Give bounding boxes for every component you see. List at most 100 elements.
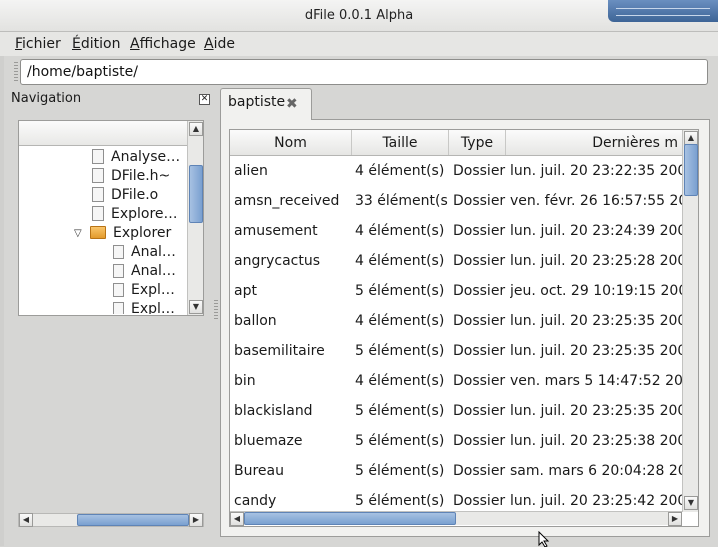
scroll-down-arrow-icon[interactable]: ▼ xyxy=(189,300,203,314)
tree-item[interactable]: Anal… xyxy=(113,261,186,281)
scroll-thumb[interactable] xyxy=(77,514,189,526)
table-row[interactable]: amusement 4 élément(s) Dossier lun. juil… xyxy=(230,217,682,247)
table-row[interactable]: alien 4 élément(s) Dossier lun. juil. 20… xyxy=(230,157,682,187)
column-header-taille[interactable]: Taille xyxy=(352,130,449,155)
column-header-nom[interactable]: Nom xyxy=(230,130,352,155)
tree-item[interactable]: Expl… xyxy=(113,280,186,300)
tab-label: baptiste xyxy=(228,94,286,110)
close-tab-icon[interactable]: ✖ xyxy=(286,96,298,112)
tree-item[interactable]: Analyse… xyxy=(92,147,186,167)
cell-taille: 5 élément(s) xyxy=(355,493,445,509)
table-row[interactable]: amsn_received 33 élément(s) Dossier ven.… xyxy=(230,187,682,217)
column-header-date[interactable]: Dernières m xyxy=(506,130,682,155)
cell-taille: 33 élément(s) xyxy=(355,193,449,209)
menu-affichage[interactable]: Affichage xyxy=(130,35,196,53)
tree-horizontal-scrollbar[interactable]: ◀ ▶ xyxy=(18,513,204,527)
tree-item[interactable]: Expl… xyxy=(113,299,186,314)
table-row[interactable]: blackisland 5 élément(s) Dossier lun. ju… xyxy=(230,397,682,427)
cell-nom: blackisland xyxy=(234,403,313,419)
tree-column-header[interactable] xyxy=(19,121,187,146)
location-bar xyxy=(14,58,708,86)
location-input[interactable] xyxy=(20,59,708,85)
scroll-right-arrow-icon[interactable]: ▶ xyxy=(668,512,682,526)
cell-date: lun. juil. 20 23:22:35 2009 xyxy=(510,163,682,179)
cell-date: ven. mars 5 14:47:52 2010 xyxy=(510,373,682,389)
desktop-background xyxy=(0,56,4,546)
cell-nom: candy xyxy=(234,493,277,509)
scroll-left-arrow-icon[interactable]: ◀ xyxy=(19,513,33,527)
scroll-up-arrow-icon[interactable]: ▲ xyxy=(684,131,698,145)
tree-item[interactable]: DFile.o xyxy=(92,185,186,205)
cell-date: lun. juil. 20 23:25:35 2009 xyxy=(510,343,682,359)
menu-aide[interactable]: Aide xyxy=(204,35,235,53)
file-icon xyxy=(92,187,104,202)
menu-edition[interactable]: Édition xyxy=(72,35,120,53)
cell-type: Dossier xyxy=(453,343,506,359)
cell-date: ven. févr. 26 16:57:55 201 xyxy=(510,193,682,209)
cell-type: Dossier xyxy=(453,463,506,479)
file-icon xyxy=(113,302,124,314)
file-icon xyxy=(113,245,124,259)
cell-taille: 4 élément(s) xyxy=(355,253,445,269)
scroll-up-arrow-icon[interactable]: ▲ xyxy=(189,122,203,136)
list-vertical-scrollbar[interactable]: ▲ ▼ xyxy=(682,130,698,512)
tree-item[interactable]: Anal… xyxy=(113,242,186,262)
cell-taille: 5 élément(s) xyxy=(355,403,445,419)
window-controls[interactable] xyxy=(608,0,718,22)
scroll-thumb[interactable] xyxy=(684,144,698,196)
cell-type: Dossier xyxy=(453,253,506,269)
cell-taille: 4 élément(s) xyxy=(355,223,445,239)
cell-date: lun. juil. 20 23:25:35 2009 xyxy=(510,403,682,419)
cell-date: lun. juil. 20 23:25:35 2009 xyxy=(510,313,682,329)
cell-taille: 5 élément(s) xyxy=(355,283,445,299)
scroll-thumb[interactable] xyxy=(189,165,203,223)
cell-nom: apt xyxy=(234,283,257,299)
table-row[interactable]: candy 5 élément(s) Dossier lun. juil. 20… xyxy=(230,487,682,512)
file-icon xyxy=(113,264,124,278)
cell-date: jeu. oct. 29 10:19:15 2009 xyxy=(510,283,682,299)
cell-type: Dossier xyxy=(453,373,506,389)
table-row[interactable]: apt 5 élément(s) Dossier jeu. oct. 29 10… xyxy=(230,277,682,307)
file-icon xyxy=(92,168,104,183)
cell-taille: 4 élément(s) xyxy=(355,373,445,389)
scroll-left-arrow-icon[interactable]: ◀ xyxy=(230,512,244,526)
cell-taille: 5 élément(s) xyxy=(355,433,445,449)
cell-type: Dossier xyxy=(453,283,506,299)
scroll-down-arrow-icon[interactable]: ▼ xyxy=(684,496,698,510)
cell-nom: basemilitaire xyxy=(234,343,325,359)
tree-item[interactable]: DFile.h~ xyxy=(92,166,186,186)
scroll-thumb[interactable] xyxy=(244,512,456,525)
cell-taille: 4 élément(s) xyxy=(355,163,445,179)
table-row[interactable]: bin 4 élément(s) Dossier ven. mars 5 14:… xyxy=(230,367,682,397)
cell-type: Dossier xyxy=(453,163,506,179)
pane-splitter[interactable] xyxy=(214,300,218,320)
list-horizontal-scrollbar[interactable]: ◀ ▶ xyxy=(230,511,682,526)
cell-date: lun. juil. 20 23:24:39 2009 xyxy=(510,223,682,239)
menu-fichier[interactable]: Fichier xyxy=(15,35,61,53)
folder-open-icon xyxy=(90,226,106,239)
table-row[interactable]: angrycactus 4 élément(s) Dossier lun. ju… xyxy=(230,247,682,277)
cell-nom: bin xyxy=(234,373,256,389)
cell-taille: 4 élément(s) xyxy=(355,313,445,329)
cell-nom: amusement xyxy=(234,223,318,239)
close-icon[interactable]: ✕ xyxy=(199,94,210,105)
cell-date: lun. juil. 20 23:25:38 2009 xyxy=(510,433,682,449)
table-row[interactable]: basemilitaire 5 élément(s) Dossier lun. … xyxy=(230,337,682,367)
column-header-type[interactable]: Type xyxy=(449,130,506,155)
expander-down-icon[interactable]: ▽ xyxy=(74,228,82,239)
scroll-right-arrow-icon[interactable]: ▶ xyxy=(189,513,203,527)
cell-nom: amsn_received xyxy=(234,193,340,209)
cell-type: Dossier xyxy=(453,433,506,449)
tree-vertical-scrollbar[interactable]: ▲ ▼ xyxy=(187,121,203,315)
table-row[interactable]: bluemaze 5 élément(s) Dossier lun. juil.… xyxy=(230,427,682,457)
table-row[interactable]: ballon 4 élément(s) Dossier lun. juil. 2… xyxy=(230,307,682,337)
file-rows: alien 4 élément(s) Dossier lun. juil. 20… xyxy=(230,157,682,512)
table-row[interactable]: Bureau 5 élément(s) Dossier sam. mars 6 … xyxy=(230,457,682,487)
cell-type: Dossier xyxy=(453,193,506,209)
cell-date: sam. mars 6 20:04:28 201 xyxy=(510,463,682,479)
file-list-header: Nom Taille Type Dernières m xyxy=(230,130,682,156)
cell-date: lun. juil. 20 23:25:28 2009 xyxy=(510,253,682,269)
tree-item[interactable]: Explore… xyxy=(92,204,186,224)
tree-item-folder[interactable]: Explorer xyxy=(90,223,186,243)
cell-type: Dossier xyxy=(453,313,506,329)
